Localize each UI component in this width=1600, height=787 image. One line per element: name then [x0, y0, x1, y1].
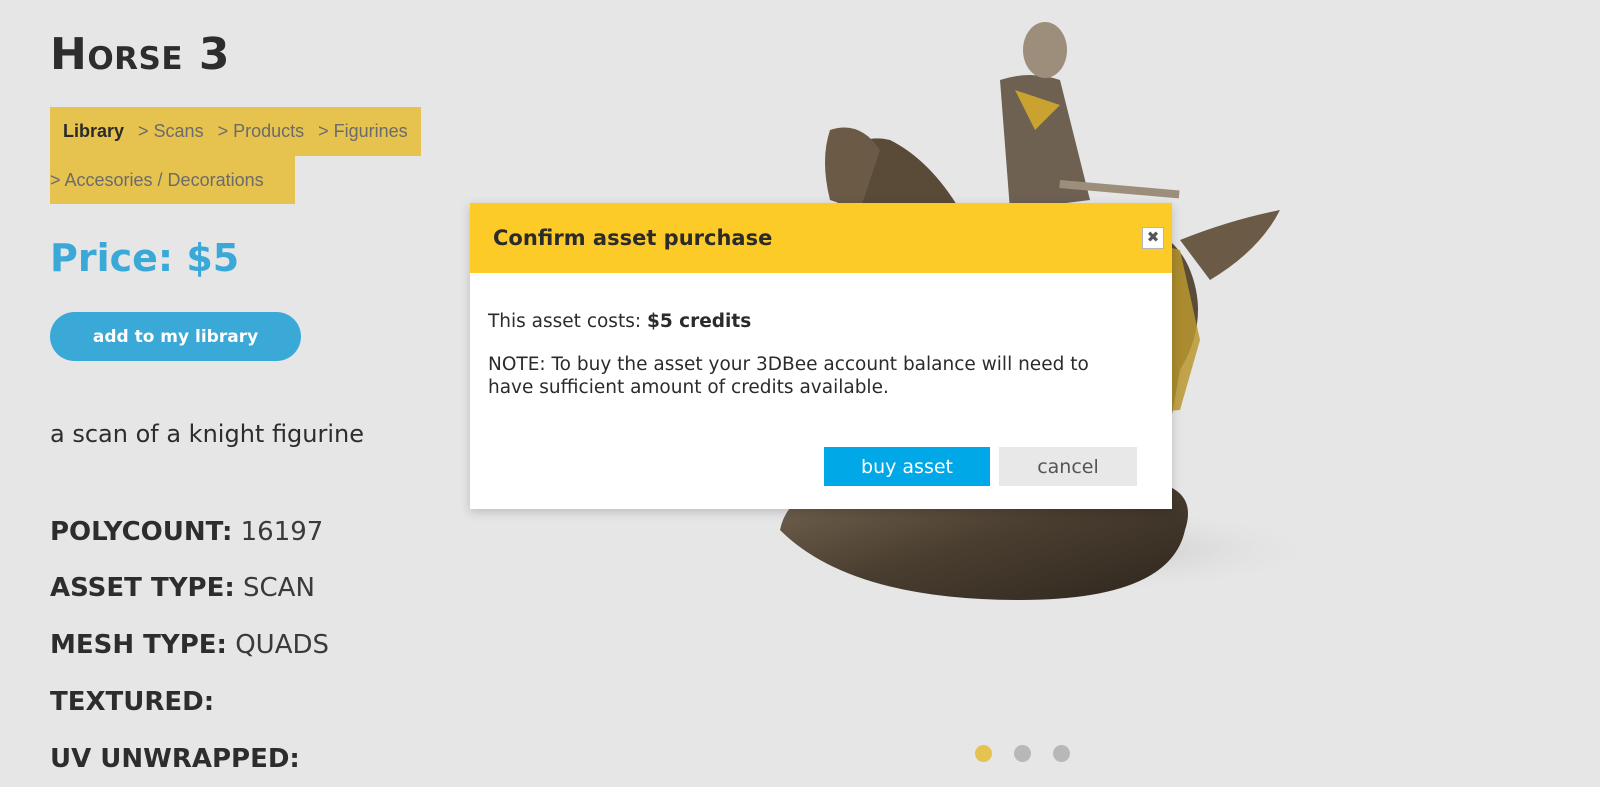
- modal-note: NOTE: To buy the asset your 3DBee accoun…: [488, 354, 1089, 398]
- confirm-purchase-modal: Confirm asset purchase ✖ This asset cost…: [470, 203, 1172, 509]
- spec-polycount: POLYCOUNT: 16197: [50, 517, 323, 547]
- spec-value: 16197: [240, 517, 324, 547]
- spec-key: POLYCOUNT:: [50, 517, 233, 547]
- spec-key: TEXTURED:: [50, 687, 215, 717]
- spec-key: MESH TYPE:: [50, 630, 227, 660]
- modal-cost-line: This asset costs: $5 credits: [488, 311, 751, 332]
- asset-description: a scan of a knight figurine: [50, 420, 365, 448]
- modal-header: Confirm asset purchase ✖: [470, 203, 1172, 273]
- modal-title: Confirm asset purchase: [493, 226, 773, 250]
- breadcrumb-scans[interactable]: > Scans: [138, 121, 204, 142]
- breadcrumb-row-2: > Accesories / Decorations: [50, 156, 295, 204]
- carousel-dot-2[interactable]: [1014, 745, 1031, 762]
- cancel-button[interactable]: cancel: [999, 447, 1137, 486]
- buy-asset-button[interactable]: buy asset: [824, 447, 990, 486]
- close-icon[interactable]: ✖: [1142, 227, 1164, 249]
- carousel-dots: [975, 745, 1070, 762]
- breadcrumb-library[interactable]: Library: [63, 121, 124, 142]
- add-to-library-button[interactable]: add to my library: [50, 312, 301, 361]
- breadcrumb-row-1: Library > Scans > Products > Figurines: [50, 107, 421, 156]
- cost-label: This asset costs:: [488, 311, 642, 332]
- spec-uv-unwrapped: UV UNWRAPPED:: [50, 744, 300, 774]
- spec-key: ASSET TYPE:: [50, 573, 235, 603]
- carousel-dot-1[interactable]: [975, 745, 992, 762]
- cost-value: $5 credits: [646, 311, 752, 332]
- spec-mesh-type: MESH TYPE: QUADS: [50, 630, 329, 660]
- spec-value: QUADS: [235, 630, 330, 660]
- price-label: Price: $5: [50, 236, 240, 280]
- spec-key: UV UNWRAPPED:: [50, 744, 300, 774]
- carousel-dot-3[interactable]: [1053, 745, 1070, 762]
- spec-value: SCAN: [243, 573, 315, 603]
- spec-textured: TEXTURED:: [50, 687, 214, 717]
- spec-asset-type: ASSET TYPE: SCAN: [50, 573, 315, 603]
- page-title: Horse 3: [50, 29, 230, 80]
- breadcrumb: Library > Scans > Products > Figurines >…: [50, 107, 421, 204]
- breadcrumb-figurines[interactable]: > Figurines: [318, 121, 408, 142]
- breadcrumb-products[interactable]: > Products: [218, 121, 305, 142]
- breadcrumb-accessories[interactable]: > Accesories / Decorations: [50, 170, 264, 191]
